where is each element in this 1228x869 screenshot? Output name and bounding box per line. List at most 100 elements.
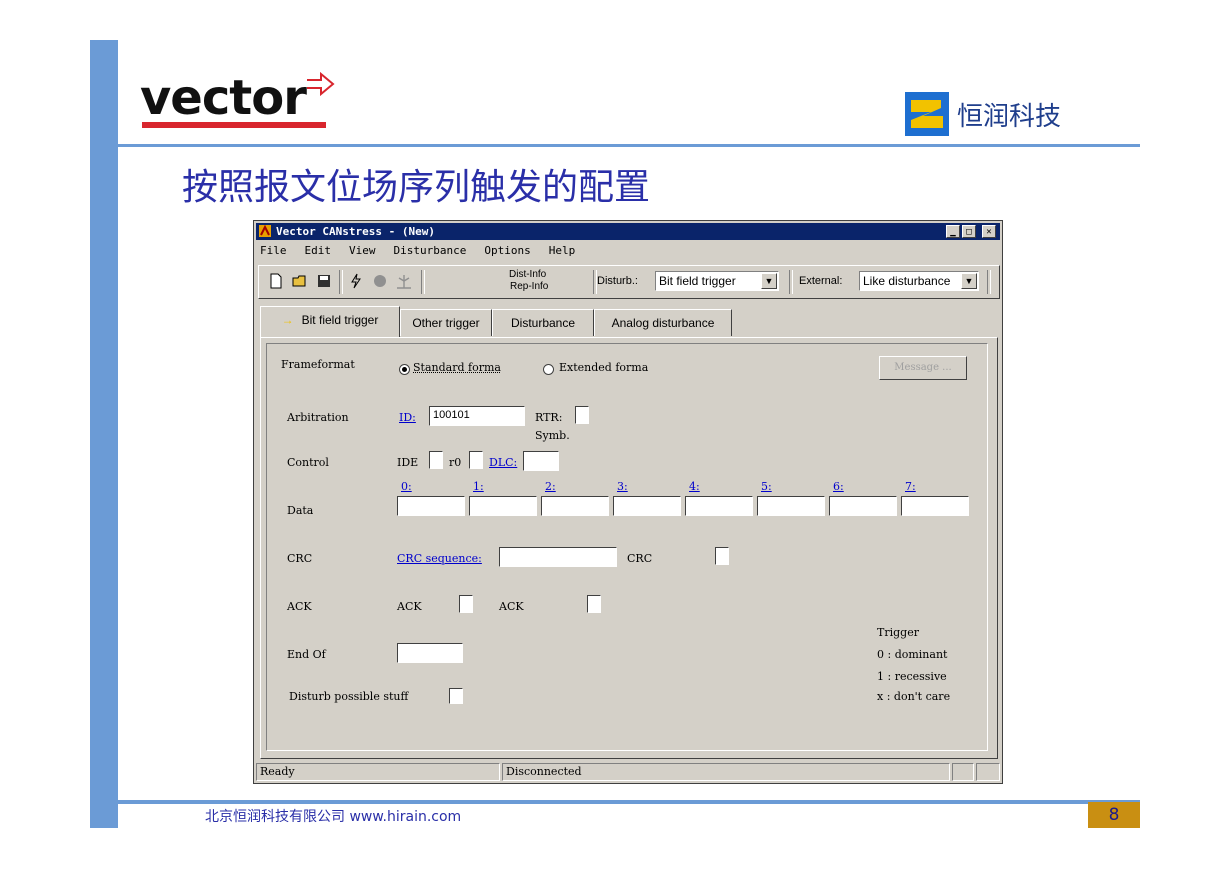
ack-slot-checkbox[interactable] — [459, 595, 473, 613]
data-byte-6-input[interactable] — [829, 496, 897, 516]
tab-analog-disturbance[interactable]: Analog disturbance — [594, 309, 732, 336]
data-byte-6-link[interactable]: 6: — [833, 480, 844, 493]
ide-label: IDE — [397, 456, 419, 469]
data-byte-1-input[interactable] — [469, 496, 537, 516]
frameformat-label: Frameformat — [281, 358, 355, 371]
rep-info-label[interactable]: Rep-Info — [510, 281, 548, 292]
tab-disturbance[interactable]: Disturbance — [492, 309, 594, 336]
crc-delimiter-checkbox[interactable] — [715, 547, 729, 565]
canstress-window: Vector CANstress - (New) ▁ □ ✕ File Edit V… — [253, 220, 1003, 784]
crc-sequence-link[interactable]: CRC sequence: — [397, 552, 482, 565]
extended-format-radio[interactable] — [543, 364, 554, 375]
footer-url: www.hirain.com — [349, 809, 462, 825]
disturb-select-value: Bit field trigger — [659, 274, 736, 288]
crc-delimiter-label: CRC — [627, 552, 653, 565]
crc-sequence-input[interactable] — [499, 547, 617, 567]
trigger-legend-dominant: 0 : dominant — [877, 648, 948, 661]
data-byte-4-input[interactable] — [685, 496, 753, 516]
chevron-down-icon[interactable]: ▼ — [761, 273, 777, 289]
footer-divider — [118, 800, 1140, 804]
close-button[interactable]: ✕ — [982, 225, 996, 238]
data-byte-1-link[interactable]: 1: — [473, 480, 484, 493]
data-byte-3-input[interactable] — [613, 496, 681, 516]
data-byte-5-link[interactable]: 5: — [761, 480, 772, 493]
external-label: External: — [799, 275, 843, 287]
standard-format-label[interactable]: Standard forma — [413, 361, 501, 374]
toolbar: Dist-Info Rep-Info Disturb.: Bit field t… — [258, 265, 1000, 299]
ide-checkbox[interactable] — [429, 451, 443, 469]
menu-file[interactable]: File — [260, 244, 287, 257]
record-dot-icon[interactable] — [371, 272, 389, 290]
rtr-checkbox[interactable] — [575, 406, 589, 424]
ack-delimiter-checkbox[interactable] — [587, 595, 601, 613]
status-ready: Ready — [256, 763, 500, 781]
bit-field-group: Frameformat Standard forma Extended form… — [266, 343, 988, 751]
symb-label: Symb. — [535, 429, 570, 442]
maximize-button[interactable]: □ — [962, 225, 976, 238]
data-byte-0-input[interactable] — [397, 496, 465, 516]
external-select[interactable]: Like disturbance ▼ — [859, 271, 979, 291]
id-link[interactable]: ID: — [399, 411, 416, 424]
end-of-label: End Of — [287, 648, 326, 661]
data-byte-7-input[interactable] — [901, 496, 969, 516]
tab-label: Bit field trigger — [301, 313, 379, 327]
open-folder-icon[interactable] — [291, 272, 309, 290]
tab-label: Disturbance — [510, 316, 576, 330]
toolbar-separator — [987, 270, 991, 294]
menu-options[interactable]: Options — [484, 244, 530, 257]
data-byte-5-input[interactable] — [757, 496, 825, 516]
status-bar: Ready Disconnected — [256, 763, 1000, 781]
status-pane-empty — [976, 763, 1000, 781]
ack-label: ACK — [287, 600, 312, 613]
save-disk-icon[interactable] — [315, 272, 333, 290]
new-file-icon[interactable] — [267, 272, 285, 290]
menu-edit[interactable]: Edit — [305, 244, 332, 257]
control-label: Control — [287, 456, 329, 469]
slide-accent-bar — [90, 40, 118, 828]
disturb-select[interactable]: Bit field trigger ▼ — [655, 271, 779, 291]
lightning-icon[interactable] — [347, 272, 365, 290]
footer-company: 北京恒润科技有限公司 — [205, 809, 345, 825]
ack-slot-label: ACK — [397, 600, 422, 613]
menu-help[interactable]: Help — [549, 244, 576, 257]
extended-format-label[interactable]: Extended forma — [559, 361, 648, 374]
tab-bit-field-trigger[interactable]: → Bit field trigger — [260, 306, 400, 337]
disturb-stuff-checkbox[interactable] — [449, 688, 463, 704]
disturb-label: Disturb.: — [597, 275, 638, 287]
data-byte-4-link[interactable]: 4: — [689, 480, 700, 493]
tab-other-trigger[interactable]: Other trigger — [400, 309, 492, 336]
standard-format-radio[interactable] — [399, 364, 410, 375]
id-input[interactable]: 100101 — [429, 406, 525, 426]
data-byte-2-link[interactable]: 2: — [545, 480, 556, 493]
data-byte-7-link[interactable]: 7: — [905, 480, 916, 493]
minimize-button[interactable]: ▁ — [946, 225, 960, 238]
hirain-logo-text: 恒润科技 — [957, 102, 1062, 132]
vector-arrow-icon — [307, 72, 335, 96]
tab-panel: Frameformat Standard forma Extended form… — [260, 337, 998, 759]
tab-label: Analog disturbance — [611, 316, 715, 330]
data-byte-0-link[interactable]: 0: — [401, 480, 412, 493]
message-button[interactable]: Message ... — [879, 356, 967, 380]
toolbar-separator — [789, 270, 793, 294]
app-icon — [259, 224, 271, 237]
dist-info-label[interactable]: Dist-Info — [509, 269, 546, 280]
end-of-input[interactable] — [397, 643, 463, 663]
data-byte-3-link[interactable]: 3: — [617, 480, 628, 493]
toolbar-separator — [339, 270, 343, 294]
vector-logo-underline — [142, 122, 326, 128]
arbitration-label: Arbitration — [287, 411, 349, 424]
r0-checkbox[interactable] — [469, 451, 483, 469]
disturb-stuff-label: Disturb possible stuff — [289, 690, 409, 703]
chevron-down-icon[interactable]: ▼ — [961, 273, 977, 289]
menu-view[interactable]: View — [349, 244, 376, 257]
dlc-input[interactable] — [523, 451, 559, 471]
data-label: Data — [287, 504, 314, 517]
trigger-legend-recessive: 1 : recessive — [877, 670, 947, 683]
antenna-icon[interactable] — [395, 272, 413, 290]
tab-label: Other trigger — [412, 316, 480, 330]
data-byte-2-input[interactable] — [541, 496, 609, 516]
dlc-link[interactable]: DLC: — [489, 456, 517, 469]
window-titlebar[interactable]: Vector CANstress - (New) ▁ □ ✕ — [256, 223, 1000, 240]
footer: 北京恒润科技有限公司 www.hirain.com — [205, 806, 461, 826]
menu-disturbance[interactable]: Disturbance — [394, 244, 467, 257]
